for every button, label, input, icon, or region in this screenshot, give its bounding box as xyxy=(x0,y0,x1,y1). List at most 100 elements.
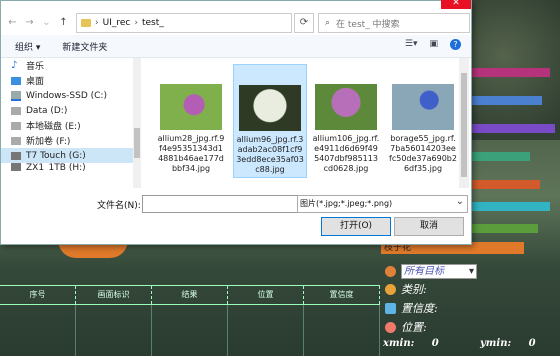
up-arrow-icon[interactable]: ↑ xyxy=(58,17,69,28)
sidebar-item-e-drive[interactable]: 本地磁盘 (E:) xyxy=(1,118,141,133)
position-icon xyxy=(385,321,396,333)
file-name: allium96_jpg.rf.3adab2ac08f1cf93edd8ece3… xyxy=(236,135,304,174)
desktop-icon xyxy=(11,76,21,85)
sidebar-item-label: Windows-SSD (C:) xyxy=(26,90,107,101)
ymin-value: 0 xyxy=(528,338,536,349)
breadcrumb-separator: › xyxy=(134,18,138,28)
refresh-button[interactable]: ⟳ xyxy=(294,13,314,33)
preview-pane-icon[interactable]: ▣ xyxy=(429,39,438,50)
file-thumbnail xyxy=(160,84,222,130)
close-button[interactable]: ✕ xyxy=(441,0,471,9)
category-label: 类别: xyxy=(401,283,427,296)
file-name: allium106_jpg.rf.e4911d6d69f495407dbf985… xyxy=(312,134,380,173)
breadcrumb-test[interactable]: test_ xyxy=(142,18,164,28)
col-index: 序号 xyxy=(0,286,76,304)
file-item[interactable]: allium28_jpg.rf.9f4e95351343d14881b46ae1… xyxy=(155,64,227,176)
sidebar-item-music[interactable]: ♪ 音乐 xyxy=(1,58,141,73)
usb-drive-icon xyxy=(11,151,21,160)
xmin-value: 0 xyxy=(431,338,439,349)
sidebar-item-g-drive[interactable]: T7 Touch (G:) xyxy=(1,148,141,163)
file-name: allium28_jpg.rf.9f4e95351343d14881b46ae1… xyxy=(157,134,225,173)
sidebar-item-label: ZX1_1TB (H:) xyxy=(26,163,86,171)
open-button[interactable]: 打开(O) xyxy=(321,217,391,236)
filename-row: 文件名(N): 图片(*.jpg;*.jpeg;*.png) xyxy=(1,194,471,213)
cancel-button[interactable]: 取消 xyxy=(394,217,464,236)
file-item[interactable]: allium106_jpg.rf.e4911d6d69f495407dbf985… xyxy=(310,64,382,176)
confidence-icon xyxy=(385,302,396,314)
breadcrumb-separator: › xyxy=(95,18,99,28)
breadcrumb-ui-rec[interactable]: UI_rec xyxy=(103,18,131,28)
drive-icon xyxy=(11,121,21,130)
filename-input[interactable] xyxy=(142,194,316,213)
file-list-scrollbar[interactable] xyxy=(459,58,469,188)
file-thumbnail xyxy=(315,84,377,130)
dialog-toolbar: 组织 ▾ 新建文件夹 ☰▾ ▣ ? xyxy=(1,35,471,58)
drive-icon xyxy=(11,136,21,145)
xmin-row: xmin: 0 xyxy=(383,338,439,349)
drive-icon xyxy=(11,90,21,101)
close-icon: ✕ xyxy=(452,0,460,8)
sidebar-item-label: Data (D:) xyxy=(26,105,68,116)
search-placeholder: 在 test_ 中搜索 xyxy=(336,19,400,30)
help-icon[interactable]: ? xyxy=(450,39,461,50)
file-list: allium28_jpg.rf.9f4e95351343d14881b46ae1… xyxy=(147,58,459,188)
drive-icon xyxy=(11,106,21,115)
sidebar-item-desktop[interactable]: 桌面 xyxy=(1,73,141,88)
ymin-row: ymin: 0 xyxy=(480,338,536,349)
path-box[interactable]: › UI_rec › test_ xyxy=(76,13,292,33)
file-name: borage55_jpg.rf.7ba56014203eefc50de37a69… xyxy=(389,134,457,173)
category-row: 类别: xyxy=(385,281,427,297)
position-row: 位置: xyxy=(385,319,427,335)
position-label: 位置: xyxy=(401,321,427,334)
file-thumbnail xyxy=(392,84,454,130)
results-table-header: 序号 画面标识 结果 位置 置信度 xyxy=(0,285,380,305)
target-select[interactable]: 所有目标 xyxy=(401,264,477,279)
sidebar-item-h-drive[interactable]: ZX1_1TB (H:) xyxy=(1,163,141,171)
xmin-label: xmin: xyxy=(383,338,415,349)
forward-arrow-icon[interactable]: → xyxy=(24,17,35,28)
sidebar-item-c-drive[interactable]: Windows-SSD (C:) xyxy=(1,88,141,103)
col-result: 结果 xyxy=(152,286,228,304)
sidebar-item-label: T7 Touch (G:) xyxy=(26,150,86,161)
chevron-down-icon[interactable]: ⌄ xyxy=(41,17,52,28)
file-thumbnail xyxy=(239,85,301,131)
filename-label: 文件名(N): xyxy=(97,201,141,211)
category-icon xyxy=(385,283,396,295)
sidebar-item-label: 音乐 xyxy=(26,62,45,72)
folder-icon xyxy=(81,19,91,27)
view-options-icon[interactable]: ☰▾ xyxy=(405,39,418,50)
sidebar-item-label: 本地磁盘 (E:) xyxy=(26,122,81,132)
view-controls: ☰▾ ▣ ? xyxy=(405,39,461,50)
confidence-row: 置信度: xyxy=(385,300,438,316)
search-box[interactable]: ⌕ 在 test_ 中搜索 xyxy=(318,13,470,33)
confidence-label: 置信度: xyxy=(401,302,438,315)
sidebar-item-f-drive[interactable]: 新加卷 (F:) xyxy=(1,133,141,148)
back-arrow-icon[interactable]: ← xyxy=(7,17,18,28)
dialog-titlebar: ✕ xyxy=(1,0,471,9)
target-row: 所有目标 xyxy=(385,264,477,279)
file-type-filter[interactable]: 图片(*.jpg;*.jpeg;*.png) xyxy=(297,194,468,213)
sidebar-item-label: 桌面 xyxy=(26,77,45,87)
file-item-selected[interactable]: allium96_jpg.rf.3adab2ac08f1cf93edd8ece3… xyxy=(233,64,307,178)
usb-drive-icon xyxy=(11,163,21,171)
results-table-body xyxy=(0,303,380,356)
organize-menu[interactable]: 组织 ▾ xyxy=(15,40,40,53)
scrollbar-thumb[interactable] xyxy=(134,128,140,158)
sidebar-item-d-drive[interactable]: Data (D:) xyxy=(1,103,141,118)
scrollbar-thumb[interactable] xyxy=(461,73,467,177)
sidebar-item-label: 新加卷 (F:) xyxy=(26,137,71,147)
col-position: 位置 xyxy=(228,286,304,304)
target-icon xyxy=(385,266,396,277)
address-bar: ← → ⌄ ↑ › UI_rec › test_ ⟳ ⌕ 在 test_ 中搜索 xyxy=(1,9,471,35)
ymin-label: ymin: xyxy=(480,338,512,349)
sidebar-scrollbar[interactable] xyxy=(133,58,141,188)
navigation-pane: ♪ 音乐 桌面 Windows-SSD (C:) Data (D:) 本地磁盘 (… xyxy=(1,58,141,188)
file-open-dialog: ✕ ← → ⌄ ↑ › UI_rec › test_ ⟳ ⌕ 在 test_ 中… xyxy=(0,0,472,245)
search-icon: ⌕ xyxy=(325,18,331,28)
refresh-icon: ⟳ xyxy=(299,17,309,28)
col-frame-id: 画面标识 xyxy=(76,286,152,304)
music-icon: ♪ xyxy=(11,59,18,71)
file-item[interactable]: borage55_jpg.rf.7ba56014203eefc50de37a69… xyxy=(387,64,459,176)
new-folder-button[interactable]: 新建文件夹 xyxy=(62,40,107,53)
col-confidence: 置信度 xyxy=(304,286,380,304)
